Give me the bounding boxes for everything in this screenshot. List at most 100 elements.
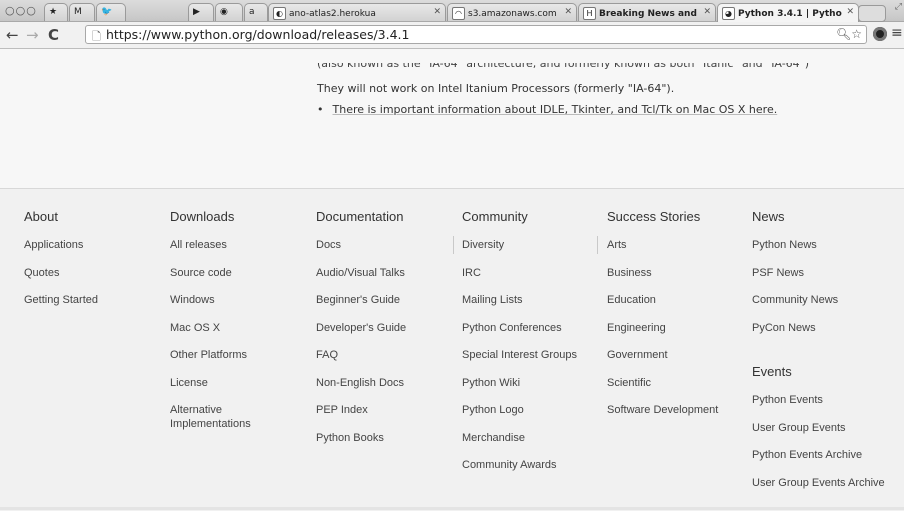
- close-icon[interactable]: ✕: [846, 7, 854, 17]
- footer-heading-events[interactable]: Events: [752, 364, 885, 381]
- tab-label: s3.amazonaws.com: [468, 9, 557, 19]
- footer-heading[interactable]: About: [24, 209, 98, 226]
- footer-link[interactable]: Python Books: [316, 431, 406, 459]
- mac-note-link[interactable]: There is important information about IDL…: [333, 103, 778, 116]
- tab-python[interactable]: ◕ Python 3.4.1 | Pytho ✕: [717, 3, 859, 22]
- footer-link[interactable]: License: [170, 376, 251, 404]
- menu-icon[interactable]: ≡: [891, 25, 903, 41]
- forward-icon[interactable]: →: [26, 26, 39, 44]
- footer-link[interactable]: Mailing Lists: [462, 293, 577, 321]
- address-bar[interactable]: 🗋 https://www.python.org/download/releas…: [85, 25, 867, 44]
- window-controls[interactable]: ○○○: [5, 4, 37, 17]
- footer-link[interactable]: Education: [607, 293, 718, 321]
- tab-bookmarks[interactable]: ★: [44, 3, 68, 21]
- hn-icon: H: [583, 7, 596, 20]
- footer-heading[interactable]: News: [752, 209, 885, 226]
- footer-link[interactable]: PSF News: [752, 266, 885, 294]
- close-icon[interactable]: ✕: [433, 7, 441, 17]
- footer-link[interactable]: Community Awards: [462, 458, 577, 486]
- footer-link[interactable]: FAQ: [316, 348, 406, 376]
- footer-link[interactable]: Special Interest Groups: [462, 348, 577, 376]
- footer-link[interactable]: Mac OS X: [170, 321, 251, 349]
- divider: [453, 236, 454, 254]
- footer-col-downloads: Downloads All releases Source code Windo…: [170, 209, 251, 431]
- footer-link[interactable]: PEP Index: [316, 403, 406, 431]
- footer-heading[interactable]: Success Stories: [607, 209, 718, 226]
- tab-label: Python 3.4.1 | Pytho: [738, 9, 842, 19]
- gmail-icon: M: [74, 7, 82, 17]
- footer-link[interactable]: Docs: [316, 238, 406, 266]
- footer-link[interactable]: Windows: [170, 293, 251, 321]
- fullscreen-icon[interactable]: ⤢: [895, 2, 902, 12]
- browser-toolbar: ← → C 🗋 https://www.python.org/download/…: [0, 22, 904, 49]
- footer-link[interactable]: Getting Started: [24, 293, 98, 321]
- itanium-note: They will not work on Intel Itanium Proc…: [317, 82, 675, 95]
- footer-link[interactable]: Python Conferences: [462, 321, 577, 349]
- page-icon: 🗋: [92, 30, 101, 43]
- close-icon[interactable]: ✕: [703, 7, 711, 17]
- twitter-icon: 🐦: [101, 7, 113, 17]
- footer-link-alternative-implementations[interactable]: Alternative Implementations: [170, 403, 251, 431]
- footer-link[interactable]: Scientific: [607, 376, 718, 404]
- tab-bar: ○○○ ★ M 🐦 ▶ ◉ a ◐ ano-atlas2.herokua ✕ ◠ s3…: [0, 0, 904, 22]
- extension-icon[interactable]: [873, 27, 887, 41]
- url-text[interactable]: https://www.python.org/download/releases…: [106, 27, 409, 42]
- circle-icon: ◉: [220, 7, 228, 17]
- divider: [597, 236, 598, 254]
- mac-note: • There is important information about ID…: [317, 103, 777, 116]
- footer-heading[interactable]: Community: [462, 209, 577, 226]
- tab-amazon[interactable]: a: [244, 3, 268, 21]
- page-content: (also known as the "IA-64" architecture,…: [0, 49, 904, 188]
- footer-link[interactable]: Source code: [170, 266, 251, 294]
- footer-link[interactable]: All releases: [170, 238, 251, 266]
- link-line: Implementations: [170, 418, 251, 430]
- footer-link[interactable]: User Group Events: [752, 421, 885, 449]
- footer-link[interactable]: Non-English Docs: [316, 376, 406, 404]
- footer-link[interactable]: Business: [607, 266, 718, 294]
- tab-amazonaws[interactable]: ◠ s3.amazonaws.com ✕: [447, 3, 577, 21]
- link-line: Alternative: [170, 404, 222, 416]
- footer-link[interactable]: Beginner's Guide: [316, 293, 406, 321]
- footer-link[interactable]: PyCon News: [752, 321, 885, 349]
- footer-link[interactable]: Other Platforms: [170, 348, 251, 376]
- footer-link[interactable]: Arts: [607, 238, 718, 266]
- footer-link[interactable]: Diversity: [462, 238, 577, 266]
- tab-heroku[interactable]: ◐ ano-atlas2.herokua ✕: [268, 3, 446, 21]
- footer-heading[interactable]: Documentation: [316, 209, 406, 226]
- footer-col-community: Community Diversity IRC Mailing Lists Py…: [462, 209, 577, 486]
- footer-link[interactable]: Developer's Guide: [316, 321, 406, 349]
- footer-link[interactable]: Python Events: [752, 393, 885, 421]
- tab-play[interactable]: ▶: [188, 3, 214, 21]
- footer-link[interactable]: Software Development: [607, 403, 718, 431]
- footer-link[interactable]: Quotes: [24, 266, 98, 294]
- close-icon[interactable]: ✕: [564, 7, 572, 17]
- footer-link[interactable]: Python Events Archive: [752, 448, 885, 476]
- footer-link[interactable]: Government: [607, 348, 718, 376]
- footer-link[interactable]: Python News: [752, 238, 885, 266]
- back-icon[interactable]: ←: [6, 26, 19, 44]
- clipped-text: (also known as the "IA-64" architecture,…: [317, 63, 809, 69]
- tab-twitter[interactable]: 🐦: [96, 3, 126, 21]
- site-footer: About Applications Quotes Getting Starte…: [0, 188, 904, 511]
- tab-breaking-news[interactable]: H Breaking News and ✕: [578, 3, 716, 21]
- footer-col-news: News Python News PSF News Community News…: [752, 209, 885, 503]
- footer-link[interactable]: User Group Events Archive: [752, 476, 885, 504]
- footer-heading[interactable]: Downloads: [170, 209, 251, 226]
- heroku-icon: ◐: [273, 7, 286, 20]
- footer-link[interactable]: Python Logo: [462, 403, 577, 431]
- footer-link[interactable]: Engineering: [607, 321, 718, 349]
- footer-link[interactable]: IRC: [462, 266, 577, 294]
- footer-col-success-stories: Success Stories Arts Business Education …: [607, 209, 718, 431]
- tab-gmail[interactable]: M: [69, 3, 95, 21]
- footer-link[interactable]: Merchandise: [462, 431, 577, 459]
- footer-link[interactable]: Applications: [24, 238, 98, 266]
- new-tab-button[interactable]: [858, 5, 886, 22]
- amazon-icon: a: [249, 7, 255, 17]
- tab-circle[interactable]: ◉: [215, 3, 243, 21]
- footer-link[interactable]: Community News: [752, 293, 885, 321]
- star-icon: ★: [49, 7, 58, 17]
- search-icon[interactable]: 🔍︎☆: [836, 27, 862, 41]
- reload-icon[interactable]: C: [48, 26, 59, 44]
- footer-link[interactable]: Audio/Visual Talks: [316, 266, 406, 294]
- footer-link[interactable]: Python Wiki: [462, 376, 577, 404]
